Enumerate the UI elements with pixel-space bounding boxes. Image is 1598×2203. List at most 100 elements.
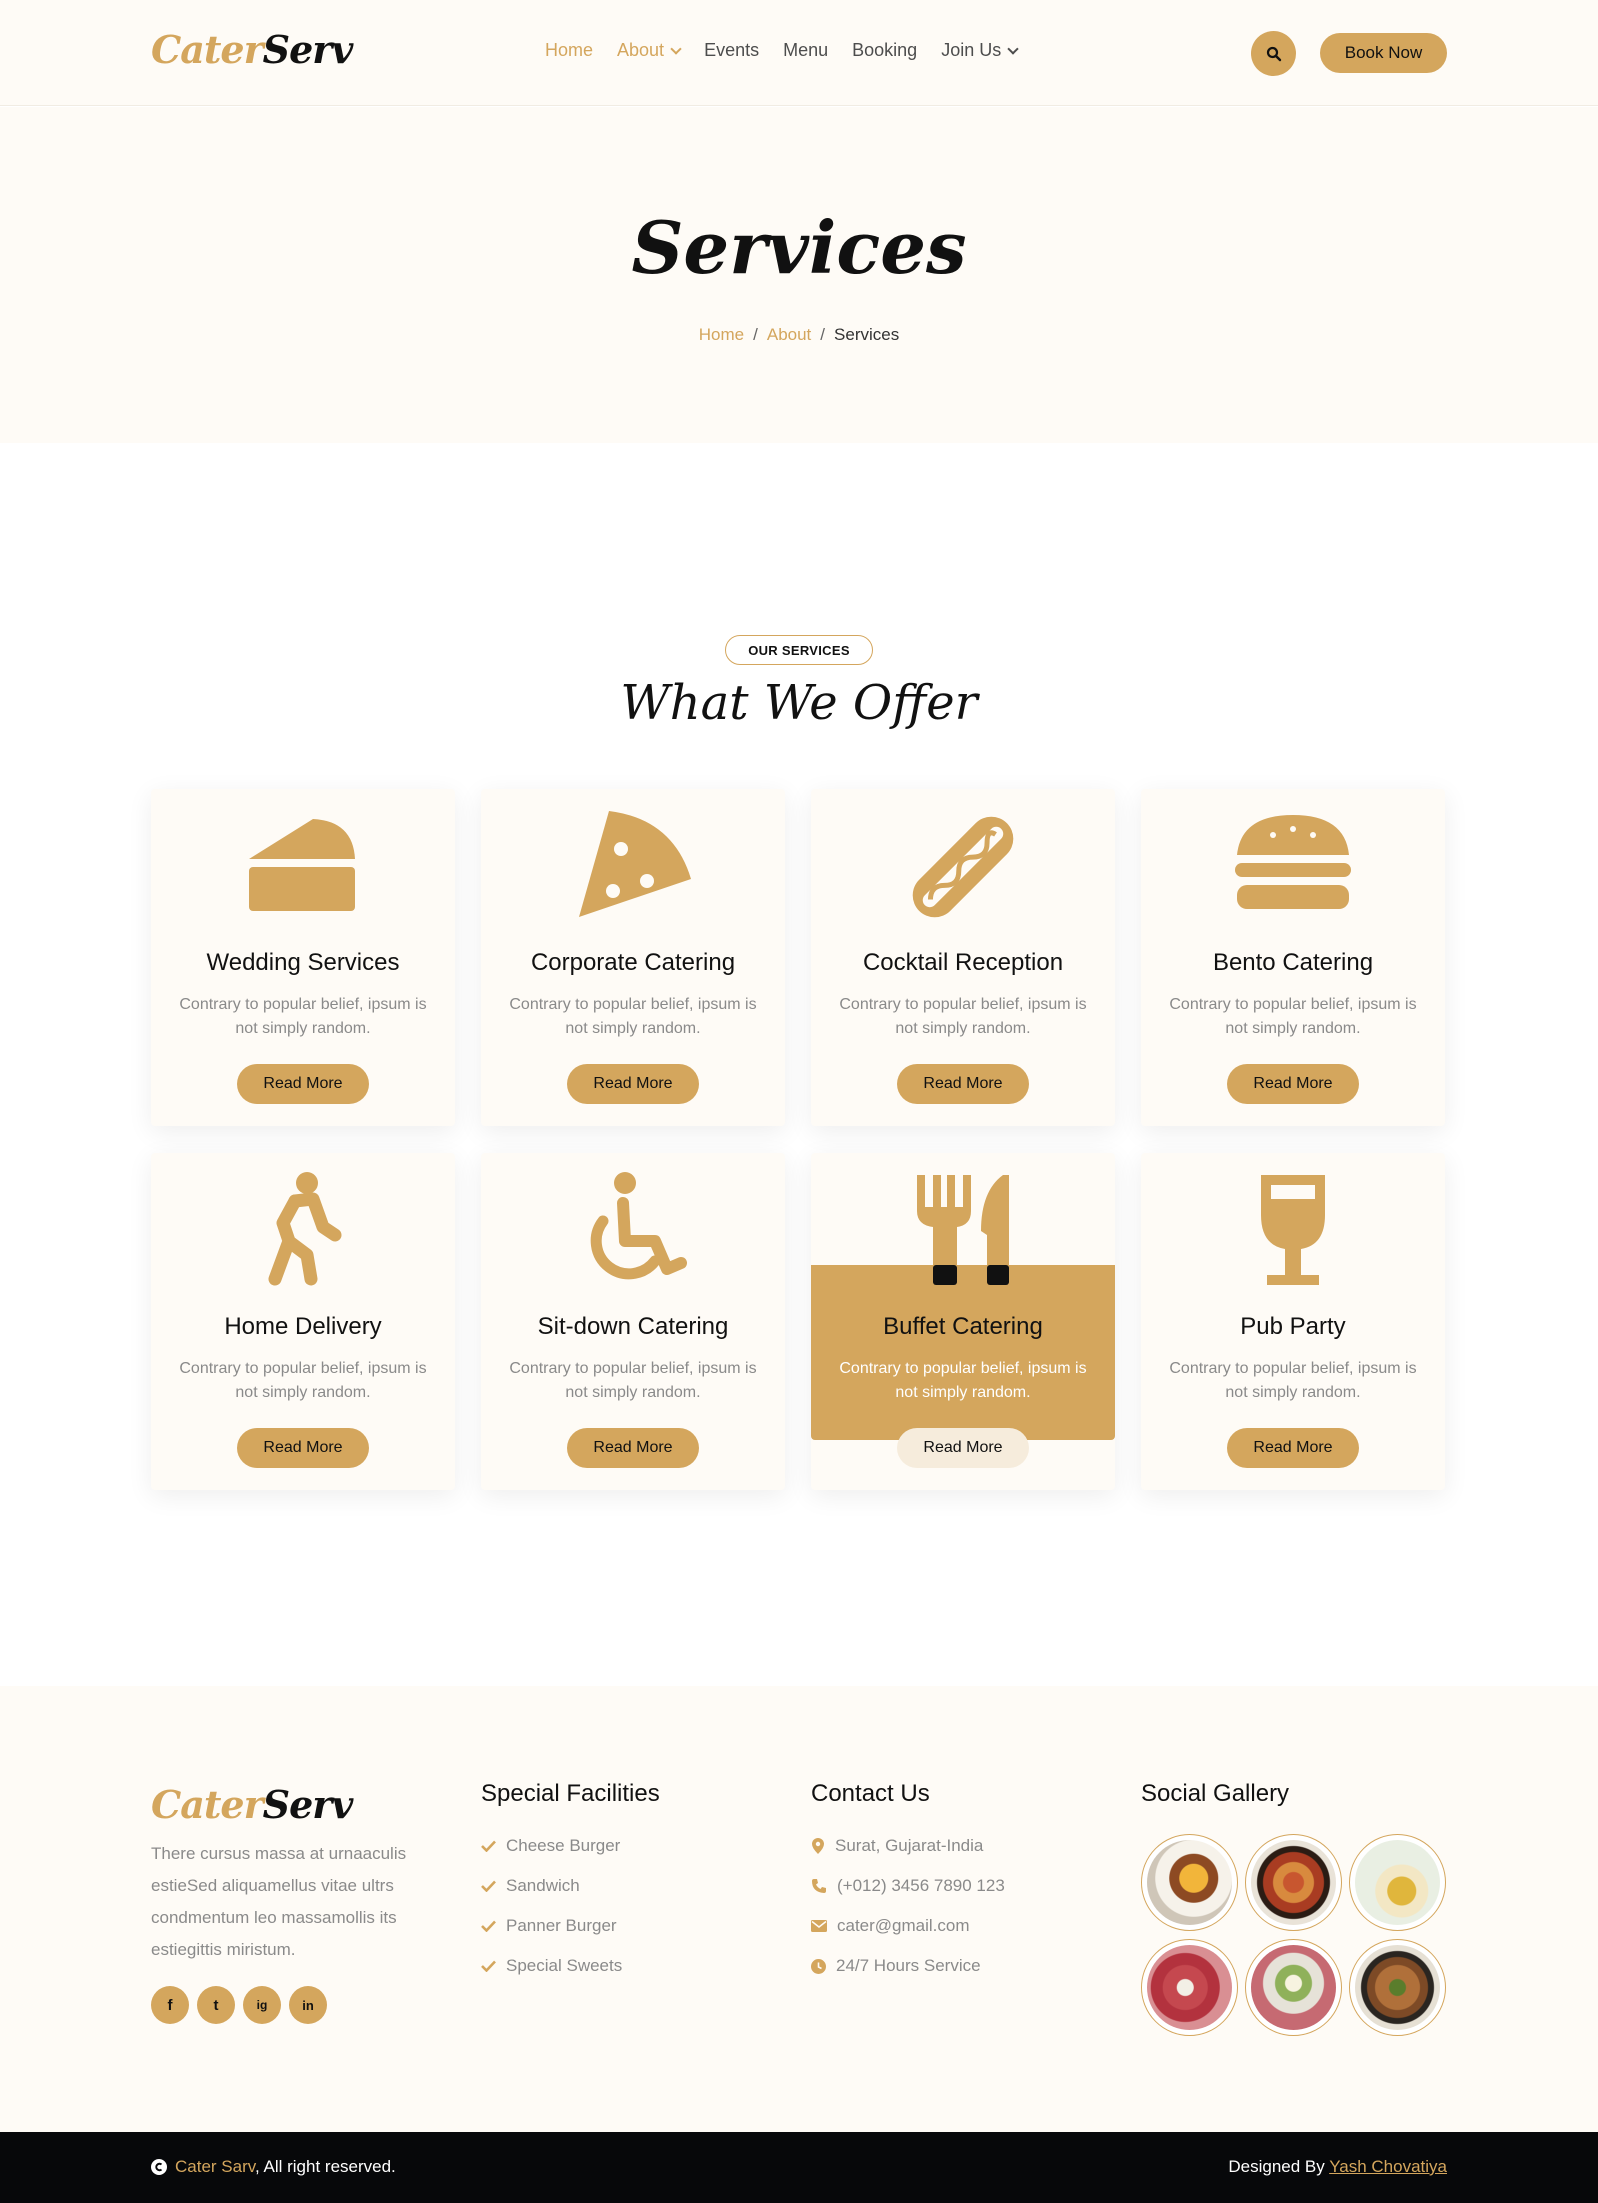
- check-icon: [481, 1840, 496, 1852]
- contact-label: 24/7 Hours Service: [836, 1956, 981, 1975]
- facility-item[interactable]: Special Sweets: [481, 1956, 622, 1976]
- section-tag: OUR SERVICES: [725, 635, 873, 665]
- logo[interactable]: CaterServ: [151, 27, 354, 72]
- service-card-cocktail: Cocktail Reception Contrary to popular b…: [811, 789, 1115, 1126]
- copyright-icon: [151, 2159, 167, 2175]
- check-icon: [481, 1960, 496, 1972]
- read-more-button[interactable]: Read More: [237, 1064, 369, 1104]
- facility-item[interactable]: Panner Burger: [481, 1916, 617, 1936]
- service-card-wedding: Wedding Services Contrary to popular bel…: [151, 789, 455, 1126]
- service-title: Buffet Catering: [883, 1313, 1043, 1340]
- read-more-button[interactable]: Read More: [567, 1428, 699, 1468]
- search-icon: [1266, 46, 1281, 61]
- facilities-title: Special Facilities: [481, 1780, 660, 1807]
- nav-about[interactable]: About: [617, 40, 682, 61]
- breadcrumb-home[interactable]: Home: [699, 325, 744, 344]
- service-title: Home Delivery: [224, 1313, 382, 1340]
- gallery-image[interactable]: [1141, 1939, 1238, 2036]
- location-pin-icon: [812, 1838, 824, 1854]
- nav-events[interactable]: Events: [704, 40, 759, 61]
- service-title: Cocktail Reception: [862, 949, 1064, 976]
- breadcrumb-current: Services: [834, 325, 900, 344]
- breadcrumb-separator: /: [753, 325, 758, 344]
- facility-item[interactable]: Cheese Burger: [481, 1836, 620, 1856]
- service-desc: Contrary to popular belief, ipsum is not…: [179, 996, 427, 1037]
- footer-about-text: There cursus massa at urnaaculis estieSe…: [151, 1844, 407, 1959]
- clock-icon: [811, 1958, 826, 1974]
- wine-glass-icon: [1261, 1175, 1325, 1285]
- nav-join-us-label: Join Us: [941, 40, 1002, 60]
- read-more-button[interactable]: Read More: [897, 1428, 1029, 1468]
- read-more-button[interactable]: Read More: [567, 1064, 699, 1104]
- nav-about-label: About: [617, 40, 665, 60]
- page-title: Services: [631, 205, 967, 290]
- facebook-icon[interactable]: f: [151, 1986, 189, 2024]
- nav-home[interactable]: Home: [545, 40, 593, 61]
- hotdog-icon: [912, 816, 1014, 918]
- service-title: Bento Catering: [1212, 949, 1374, 976]
- service-desc: Contrary to popular belief, ipsum is not…: [179, 1360, 427, 1401]
- service-title: Wedding Services: [206, 949, 400, 976]
- facility-label: Sandwich: [506, 1876, 580, 1895]
- breadcrumb-about[interactable]: About: [767, 325, 811, 344]
- search-button[interactable]: [1251, 31, 1296, 76]
- designer-credit: Designed By Yash Chovatiya: [1228, 2157, 1447, 2177]
- logo-part2: Serv: [262, 1782, 354, 1827]
- contact-item[interactable]: cater@gmail.com: [811, 1916, 970, 1936]
- twitter-icon[interactable]: t: [197, 1986, 235, 2024]
- facility-item[interactable]: Sandwich: [481, 1876, 580, 1896]
- nav-menu[interactable]: Menu: [783, 40, 828, 61]
- designer-link[interactable]: Yash Chovatiya: [1329, 2157, 1447, 2176]
- contact-label: cater@gmail.com: [837, 1916, 970, 1935]
- contact-item: Surat, Gujarat-India: [811, 1836, 983, 1856]
- read-more-button[interactable]: Read More: [237, 1428, 369, 1468]
- service-title: Corporate Catering: [530, 949, 736, 976]
- instagram-icon[interactable]: ig: [243, 1986, 281, 2024]
- nav-booking[interactable]: Booking: [852, 40, 917, 61]
- check-icon: [481, 1880, 496, 1892]
- service-card-bento: Bento Catering Contrary to popular belie…: [1141, 789, 1445, 1126]
- contact-title: Contact Us: [811, 1780, 930, 1807]
- breadcrumb-separator: /: [820, 325, 826, 344]
- facility-label: Cheese Burger: [506, 1836, 621, 1855]
- service-card-home-delivery: Home Delivery Contrary to popular belief…: [151, 1153, 455, 1490]
- contact-item: 24/7 Hours Service: [811, 1956, 981, 1976]
- contact-label: Surat, Gujarat-India: [835, 1836, 984, 1855]
- read-more-button[interactable]: Read More: [1227, 1428, 1359, 1468]
- utensils-icon: [917, 1175, 1009, 1285]
- brand-link[interactable]: Cater Sarv: [175, 2157, 255, 2176]
- pizza-slice-icon: [579, 811, 691, 917]
- logo-part1: Cater: [151, 27, 264, 72]
- read-more-button[interactable]: Read More: [897, 1064, 1029, 1104]
- linkedin-icon[interactable]: in: [289, 1986, 327, 2024]
- nav-join-us[interactable]: Join Us: [941, 40, 1019, 61]
- rights-text: , All right reserved.: [255, 2157, 396, 2176]
- wheelchair-icon: [590, 1172, 687, 1280]
- service-desc: Contrary to popular belief, ipsum is not…: [509, 996, 757, 1037]
- facility-label: Panner Burger: [506, 1916, 617, 1935]
- section-title: What We Offer: [620, 675, 978, 731]
- contact-item[interactable]: (+012) 3456 7890 123: [811, 1876, 1005, 1896]
- service-title: Sit-down Catering: [537, 1313, 729, 1340]
- chevron-down-icon: [670, 43, 682, 55]
- read-more-button[interactable]: Read More: [1227, 1064, 1359, 1104]
- book-now-button[interactable]: Book Now: [1320, 33, 1447, 73]
- walking-person-icon: [268, 1172, 342, 1286]
- service-card-corporate: Corporate Catering Contrary to popular b…: [481, 789, 785, 1126]
- copyright-bar: Cater Sarv, All right reserved. Designed…: [0, 2132, 1598, 2203]
- gallery-image[interactable]: [1245, 1939, 1342, 2036]
- gallery-image[interactable]: [1349, 1939, 1446, 2036]
- breadcrumb: Home / About / Services: [0, 325, 1598, 345]
- logo-part2: Serv: [262, 27, 354, 72]
- gallery-image[interactable]: [1245, 1834, 1342, 1931]
- gallery-image[interactable]: [1141, 1834, 1238, 1931]
- service-desc: Contrary to popular belief, ipsum is not…: [839, 996, 1087, 1037]
- contact-label: (+012) 3456 7890 123: [837, 1876, 1005, 1895]
- check-icon: [481, 1920, 496, 1932]
- footer-logo[interactable]: CaterServ: [151, 1782, 354, 1827]
- service-card-sit-down: Sit-down Catering Contrary to popular be…: [481, 1153, 785, 1490]
- service-card-buffet: Buffet Catering Contrary to popular beli…: [811, 1153, 1115, 1490]
- gallery-image[interactable]: [1349, 1834, 1446, 1931]
- chevron-down-icon: [1007, 43, 1019, 55]
- service-desc: Contrary to popular belief, ipsum is not…: [1169, 996, 1417, 1037]
